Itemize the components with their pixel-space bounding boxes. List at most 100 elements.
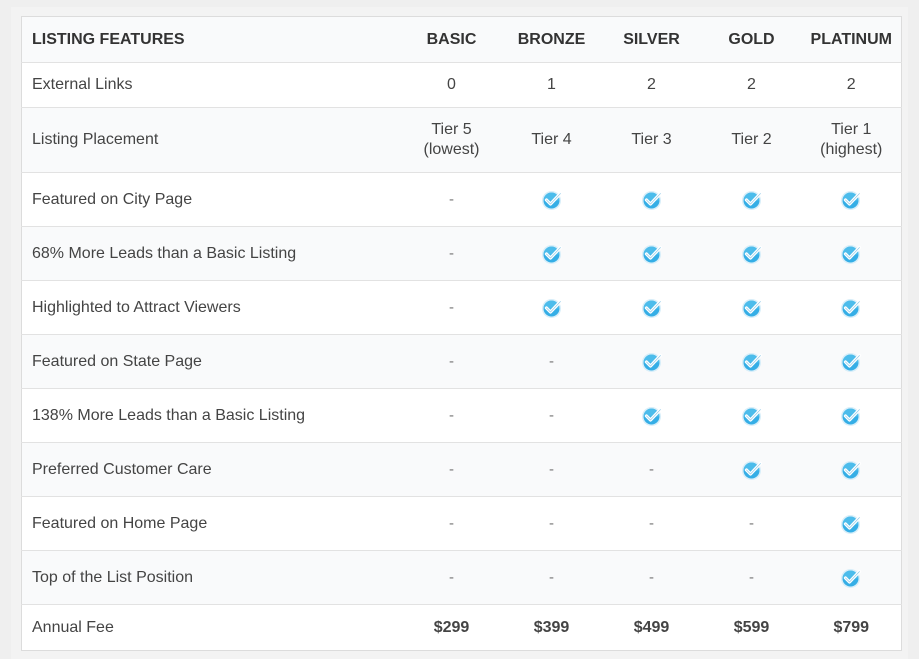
column-header-gold: GOLD <box>701 16 802 63</box>
checkmark-badge-icon <box>840 297 862 319</box>
cell-bronze: - <box>501 442 602 497</box>
not-included-dash: - <box>449 514 454 532</box>
cell-bronze: $399 <box>501 604 602 651</box>
cell-value: 2 <box>846 76 856 93</box>
not-included-dash: - <box>449 568 454 586</box>
not-included-dash: - <box>449 460 454 478</box>
not-included-dash: - <box>649 568 654 586</box>
cell-bronze: - <box>501 334 602 389</box>
cell-value: 1 <box>547 76 556 93</box>
feature-label: Featured on City Page <box>21 172 402 227</box>
cell-platinum <box>801 496 902 551</box>
table-row: Preferred Customer Care - - - <box>21 442 902 497</box>
column-header-bronze: BRONZE <box>501 16 602 63</box>
cell-basic: - <box>401 442 502 497</box>
checkmark-badge-icon <box>641 189 663 211</box>
cell-silver: Tier 3 <box>601 107 702 173</box>
checkmark-badge-icon <box>741 189 763 211</box>
cell-silver <box>601 280 702 335</box>
cell-gold <box>701 334 802 389</box>
cell-gold: - <box>701 550 802 605</box>
cell-bronze: 1 <box>501 62 602 108</box>
cell-basic: - <box>401 334 502 389</box>
not-included-dash: - <box>449 298 454 316</box>
cell-platinum <box>801 388 902 443</box>
checkmark-badge-icon <box>741 351 763 373</box>
table-row: Annual Fee $299 $399 $499 $599 $799 <box>21 604 902 651</box>
not-included-dash: - <box>449 190 454 208</box>
cell-bronze: Tier 4 <box>501 107 602 173</box>
checkmark-badge-icon <box>840 351 862 373</box>
feature-label: Annual Fee <box>21 604 402 651</box>
cell-platinum <box>801 550 902 605</box>
cell-value: 2 <box>647 76 656 93</box>
checkmark-badge-icon <box>541 243 563 265</box>
pricing-comparison-table: LISTING FEATURES BASIC BRONZE SILVER GOL… <box>21 16 902 651</box>
cell-text-line: Tier 1 <box>831 121 872 138</box>
table-row: External Links 0 1 2 2 2 <box>21 62 902 108</box>
column-header-platinum: PLATINUM <box>801 16 902 63</box>
cell-bronze <box>501 172 602 227</box>
not-included-dash: - <box>649 514 654 532</box>
not-included-dash: - <box>449 406 454 424</box>
cell-silver <box>601 226 702 281</box>
cell-gold <box>701 442 802 497</box>
table-body: External Links 0 1 2 2 2 Listing Placement Tier… <box>21 62 902 651</box>
feature-label: 68% More Leads than a Basic Listing <box>21 226 402 281</box>
cell-value: $799 <box>833 618 870 636</box>
cell-platinum <box>801 226 902 281</box>
feature-label: Listing Placement <box>21 107 402 173</box>
table-row: Top of the List Position - - - - <box>21 550 902 605</box>
not-included-dash: - <box>549 568 554 586</box>
feature-label: External Links <box>21 62 402 108</box>
checkmark-badge-icon <box>741 297 763 319</box>
cell-value: 2 <box>747 76 756 93</box>
cell-silver: - <box>601 442 702 497</box>
cell-bronze: - <box>501 550 602 605</box>
table-row: Featured on Home Page - - - - <box>21 496 902 551</box>
cell-value: $599 <box>733 618 770 636</box>
cell-gold: - <box>701 496 802 551</box>
column-header-listing-features: LISTING FEATURES <box>21 16 402 63</box>
checkmark-badge-icon <box>741 243 763 265</box>
cell-basic: Tier 5 (lowest) <box>401 107 502 173</box>
feature-label: Top of the List Position <box>21 550 402 605</box>
not-included-dash: - <box>749 514 754 532</box>
table-row: Listing Placement Tier 5 (lowest) Tier 4 Tie… <box>21 107 902 173</box>
cell-text-line: Tier 4 <box>531 131 572 148</box>
not-included-dash: - <box>549 406 554 424</box>
cell-basic: - <box>401 388 502 443</box>
not-included-dash: - <box>749 568 754 586</box>
cell-gold: Tier 2 <box>701 107 802 173</box>
checkmark-badge-icon <box>541 297 563 319</box>
checkmark-badge-icon <box>840 513 862 535</box>
cell-basic: - <box>401 550 502 605</box>
cell-value: $299 <box>433 618 470 636</box>
cell-text-line: Tier 3 <box>631 131 672 148</box>
cell-silver <box>601 334 702 389</box>
cell-value: $399 <box>533 618 570 636</box>
cell-basic: - <box>401 496 502 551</box>
checkmark-badge-icon <box>641 351 663 373</box>
checkmark-badge-icon <box>840 459 862 481</box>
feature-label: Highlighted to Attract Viewers <box>21 280 402 335</box>
cell-gold <box>701 172 802 227</box>
table-row: 138% More Leads than a Basic Listing - - <box>21 388 902 443</box>
not-included-dash: - <box>449 352 454 370</box>
cell-platinum: 2 <box>801 62 902 108</box>
cell-gold: 2 <box>701 62 802 108</box>
column-header-silver: SILVER <box>601 16 702 63</box>
table-header-row: LISTING FEATURES BASIC BRONZE SILVER GOL… <box>21 16 902 63</box>
cell-basic: 0 <box>401 62 502 108</box>
cell-bronze <box>501 280 602 335</box>
not-included-dash: - <box>549 514 554 532</box>
cell-platinum <box>801 172 902 227</box>
cell-bronze: - <box>501 388 602 443</box>
cell-bronze <box>501 226 602 281</box>
table-row: 68% More Leads than a Basic Listing - <box>21 226 902 281</box>
cell-platinum <box>801 442 902 497</box>
cell-silver <box>601 172 702 227</box>
checkmark-badge-icon <box>840 243 862 265</box>
cell-basic: $299 <box>401 604 502 651</box>
feature-label: Preferred Customer Care <box>21 442 402 497</box>
